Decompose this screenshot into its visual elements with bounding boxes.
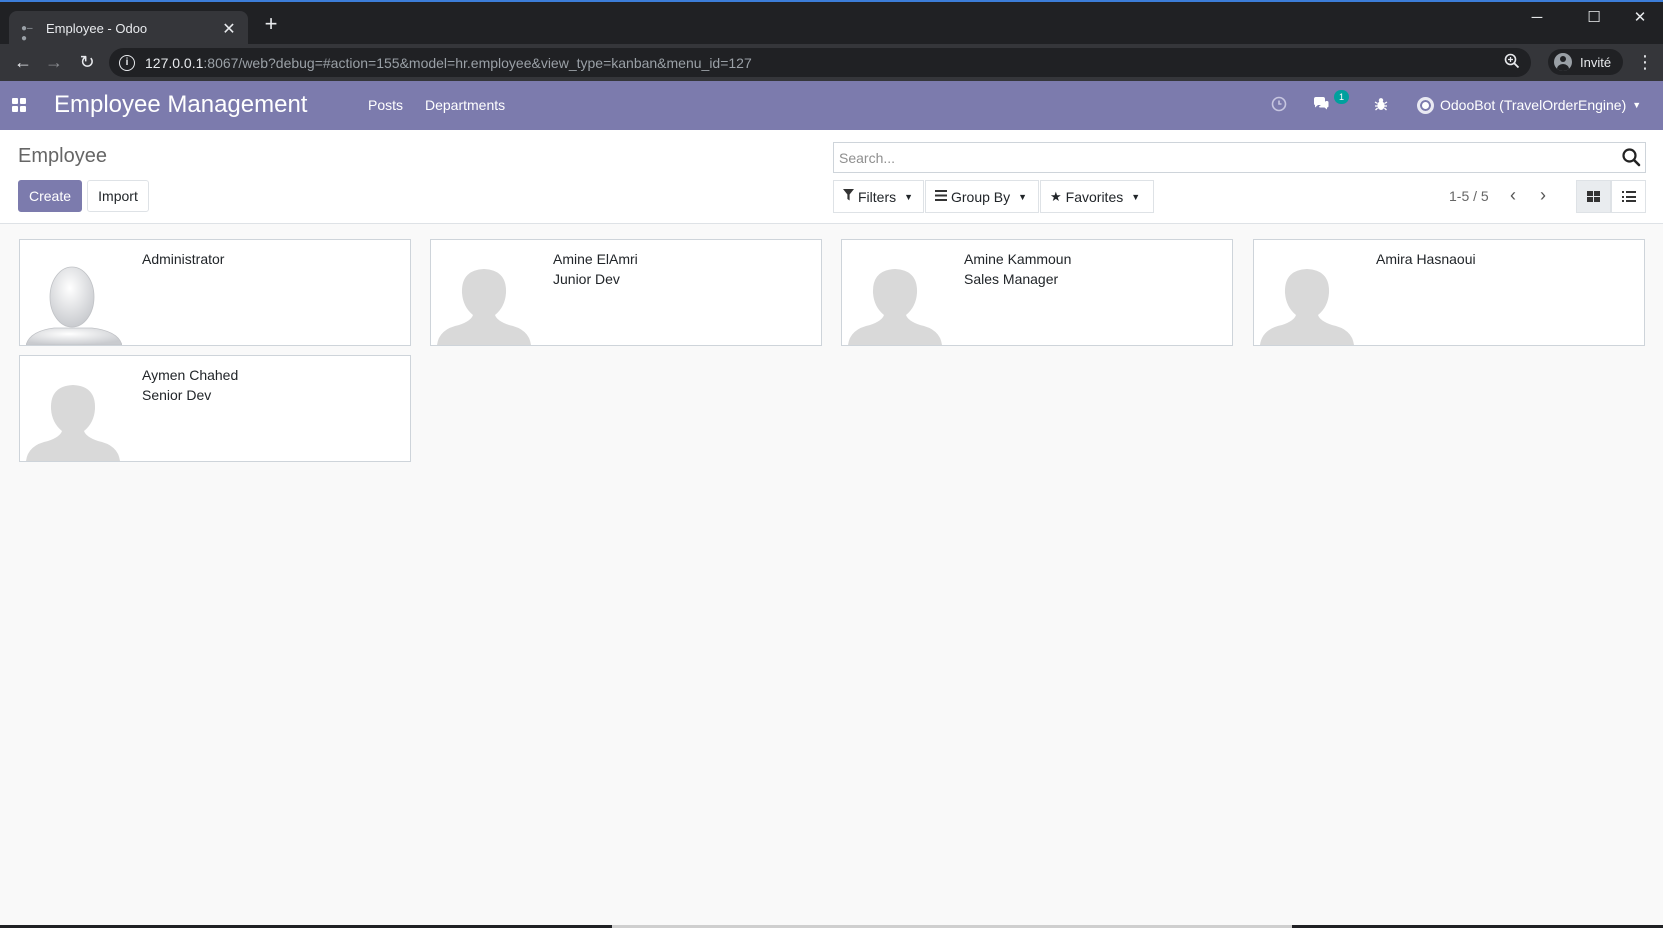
url-host: 127.0.0.1 — [145, 54, 204, 71]
messages-count-badge: 1 — [1334, 90, 1349, 104]
pager-next-icon[interactable]: › — [1529, 182, 1557, 210]
back-arrow-icon[interactable]: ← — [11, 50, 35, 74]
employee-name: Aymen Chahed — [142, 367, 239, 383]
filters-label: Filters — [858, 188, 897, 205]
reload-icon[interactable]: ↻ — [75, 50, 99, 74]
browser-menu-icon[interactable]: ⋮ — [1636, 50, 1654, 74]
kanban-grid-icon — [1587, 191, 1600, 202]
address-bar[interactable]: i 127.0.0.1:8067/web?debug=#action=155&m… — [109, 48, 1531, 77]
employee-name: Amine ElAmri — [553, 251, 638, 267]
debug-bug-icon[interactable] — [1372, 96, 1390, 114]
browser-profile-button[interactable]: Invité — [1548, 49, 1623, 75]
placeholder-silhouette-image — [848, 269, 942, 345]
placeholder-silhouette-image — [437, 269, 531, 345]
minimize-icon[interactable]: ─ — [1514, 6, 1560, 30]
employee-name: Amira Hasnaoui — [1376, 251, 1476, 267]
placeholder-silhouette-image — [26, 385, 120, 461]
odoo-navbar: Employee Management Posts Departments 1 … — [0, 81, 1663, 130]
groupby-dropdown[interactable]: Group By ▼ — [925, 180, 1039, 213]
groupby-label: Group By — [951, 188, 1011, 205]
app-title[interactable]: Employee Management — [54, 89, 307, 121]
employee-job: Senior Dev — [142, 387, 212, 403]
employee-name: Amine Kammoun — [964, 251, 1072, 267]
search-bar — [833, 142, 1646, 173]
user-menu[interactable]: OdooBot (TravelOrderEngine) ▼ — [1417, 95, 1641, 115]
employee-card[interactable]: Aymen Chahed Senior Dev — [19, 355, 411, 462]
browser-tabstrip: ●‒● Employee - Odoo ✕ + ─ ☐ ✕ — [0, 0, 1663, 46]
employee-card[interactable]: Amira Hasnaoui — [1253, 239, 1645, 346]
list-icon — [1621, 191, 1636, 202]
pager-value[interactable]: 1-5 / 5 — [1449, 188, 1489, 205]
employee-card[interactable]: Amine Kammoun Sales Manager — [841, 239, 1233, 346]
odoo-favicon-icon: ●‒● — [21, 22, 33, 44]
list-view-button[interactable] — [1611, 180, 1646, 213]
zoom-icon[interactable] — [1503, 53, 1521, 71]
filters-dropdown[interactable]: Filters ▼ — [833, 180, 924, 213]
caret-down-icon: ▼ — [904, 191, 914, 202]
default-avatar-image — [26, 266, 122, 345]
tab-close-icon[interactable]: ✕ — [220, 19, 238, 39]
employee-name: Administrator — [142, 251, 225, 267]
activity-clock-icon[interactable] — [1270, 96, 1288, 114]
browser-tab[interactable]: ●‒● Employee - Odoo ✕ — [9, 11, 248, 46]
employee-job: Junior Dev — [553, 271, 620, 287]
browser-toolbar: ← → ↻ i 127.0.0.1:8067/web?debug=#action… — [0, 44, 1663, 81]
breadcrumb: Employee — [18, 145, 107, 167]
favorites-dropdown[interactable]: ★ Favorites ▼ — [1040, 180, 1154, 213]
profile-avatar-icon — [1554, 53, 1572, 71]
bars-icon — [935, 182, 947, 212]
filter-icon — [843, 182, 854, 212]
new-tab-button[interactable]: + — [260, 13, 282, 36]
create-button[interactable]: Create — [18, 180, 82, 212]
caret-down-icon: ▼ — [1018, 191, 1028, 202]
maximize-icon[interactable]: ☐ — [1571, 6, 1617, 30]
close-window-icon[interactable]: ✕ — [1617, 6, 1663, 30]
url-path: :8067/web?debug=#action=155&model=hr.emp… — [203, 54, 752, 71]
favorites-label: Favorites — [1065, 188, 1124, 205]
profile-label: Invité — [1580, 54, 1612, 70]
caret-down-icon: ▼ — [1131, 191, 1141, 202]
import-button[interactable]: Import — [87, 180, 149, 212]
forward-arrow-icon[interactable]: → — [42, 50, 66, 74]
messaging-chat-icon[interactable] — [1312, 96, 1330, 114]
pager-previous-icon[interactable]: ‹ — [1499, 182, 1527, 210]
user-avatar — [1417, 96, 1434, 114]
tab-title: Employee - Odoo — [46, 21, 148, 36]
menu-item-departments[interactable]: Departments — [425, 96, 505, 114]
employee-job: Sales Manager — [964, 271, 1059, 287]
kanban-view-button[interactable] — [1576, 180, 1611, 213]
employee-card[interactable]: Amine ElAmri Junior Dev — [430, 239, 822, 346]
site-info-icon[interactable]: i — [119, 54, 135, 71]
user-name: OdooBot (TravelOrderEngine) — [1440, 97, 1627, 113]
employee-card[interactable]: Administrator — [19, 239, 411, 346]
placeholder-silhouette-image — [1260, 269, 1354, 345]
control-panel: Employee Create Import Filters ▼ Group B… — [0, 130, 1663, 224]
apps-menu-icon[interactable] — [12, 98, 26, 112]
caret-down-icon: ▼ — [1632, 100, 1642, 110]
star-icon: ★ — [1050, 188, 1062, 204]
main-content: Employee Create Import Filters ▼ Group B… — [0, 130, 1663, 925]
search-input[interactable] — [839, 149, 1599, 166]
search-icon[interactable] — [1621, 147, 1641, 167]
menu-item-posts[interactable]: Posts — [368, 96, 403, 114]
